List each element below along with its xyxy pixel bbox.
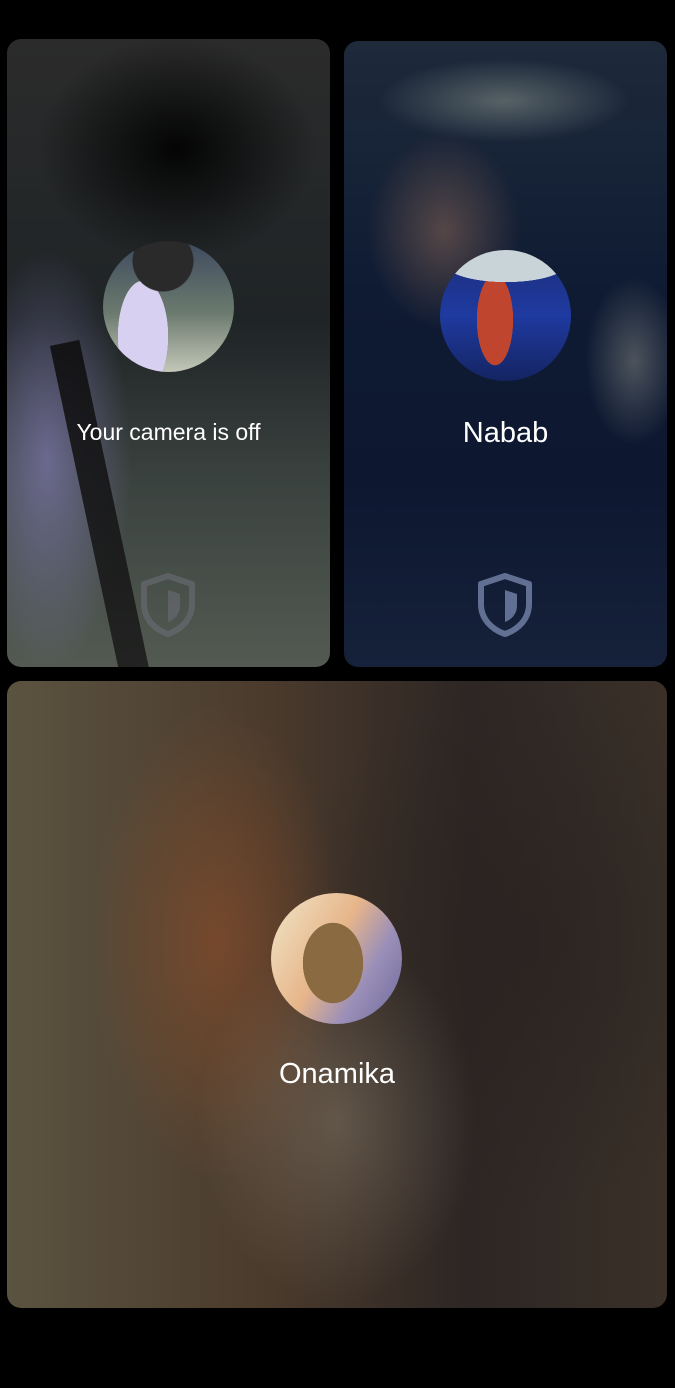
shield-icon [141, 573, 195, 637]
participant-avatar-onamika [271, 893, 402, 1024]
participant-name-nabab: Nabab [462, 417, 549, 449]
participant-avatar-nabab [440, 250, 571, 381]
self-avatar [103, 241, 234, 372]
participant-name-onamika: Onamika [278, 1058, 396, 1090]
shield-icon [478, 573, 532, 637]
camera-off-label: Your camera is off [76, 419, 261, 445]
